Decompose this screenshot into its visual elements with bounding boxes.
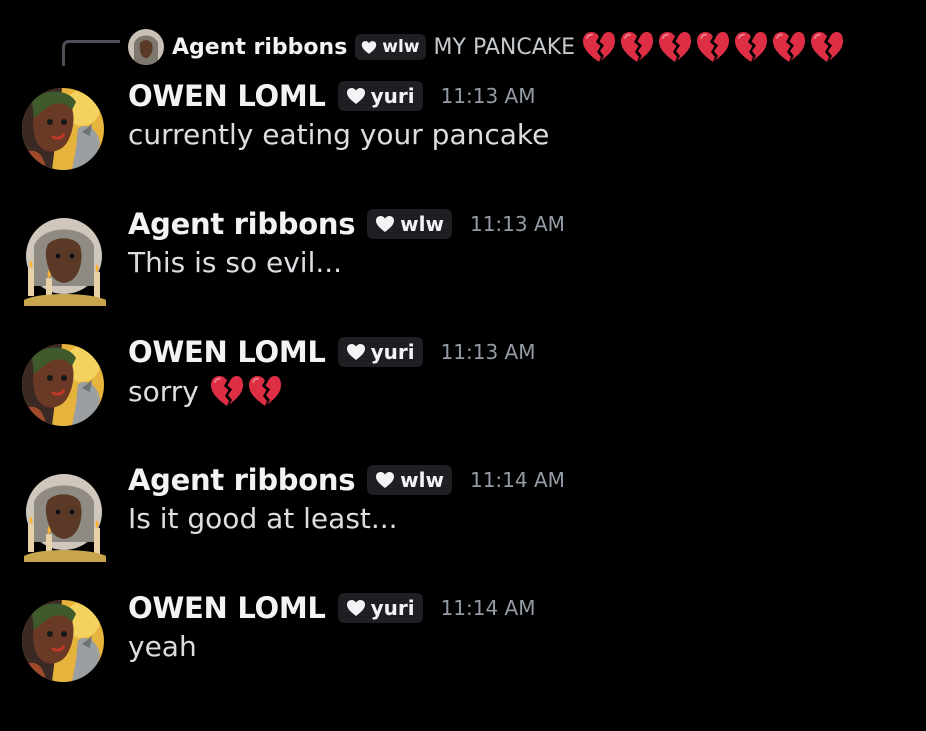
broken-heart-icon — [771, 30, 807, 64]
message-header: OWEN LOML yuri 11:13 AM — [128, 332, 536, 372]
reply-author-tag-label: wlw — [382, 37, 420, 57]
author-tag[interactable]: yuri — [337, 337, 423, 367]
avatar-agent[interactable] — [18, 472, 110, 562]
author-tag[interactable]: yuri — [337, 81, 423, 111]
author-tag[interactable]: wlw — [367, 209, 452, 239]
avatar-agent[interactable] — [18, 216, 110, 306]
message-hearts — [209, 374, 283, 408]
message-content: This is so evil... — [128, 246, 342, 279]
white-heart-icon — [375, 215, 395, 233]
avatar-owen[interactable] — [22, 88, 104, 170]
broken-heart-icon — [809, 30, 845, 64]
broken-heart-icon — [619, 30, 655, 64]
broken-heart-icon — [733, 30, 769, 64]
author-tag-label: yuri — [370, 340, 415, 364]
message-text: Is it good at least... — [128, 502, 398, 535]
reply-text[interactable]: MY PANCAKE — [434, 30, 846, 64]
reply-author[interactable]: Agent ribbons — [172, 35, 347, 60]
message-item: OWEN LOML yuri 11:13 AM currently eating… — [0, 76, 926, 176]
reply-text-label: MY PANCAKE — [433, 34, 576, 60]
message-header: OWEN LOML yuri 11:13 AM — [128, 76, 536, 116]
message-header: Agent ribbons wlw 11:13 AM — [128, 204, 565, 244]
message-item: Agent ribbons wlw 11:13 AM This is so ev… — [0, 204, 926, 304]
message-item: OWEN LOML yuri 11:14 AM yeah — [0, 588, 926, 688]
author-tag[interactable]: yuri — [337, 593, 423, 623]
message-item: Agent ribbons wlw 11:14 AM Is it good at… — [0, 460, 926, 560]
message-author[interactable]: OWEN LOML — [128, 591, 326, 625]
message-timestamp[interactable]: 11:13 AM — [441, 84, 536, 108]
broken-heart-icon — [581, 30, 617, 64]
avatar-owen[interactable] — [22, 344, 104, 426]
message-text: currently eating your pancake — [128, 118, 550, 151]
avatar-owen[interactable] — [22, 600, 104, 682]
reply-avatar[interactable] — [128, 29, 164, 65]
white-heart-icon — [346, 599, 366, 617]
reply-preview[interactable]: Agent ribbons wlw MY PANCAKE — [128, 28, 845, 66]
message-content: currently eating your pancake — [128, 118, 549, 151]
author-tag-label: wlw — [400, 468, 444, 492]
message-author[interactable]: Agent ribbons — [128, 207, 355, 241]
broken-heart-icon — [695, 30, 731, 64]
broken-heart-icon — [657, 30, 693, 64]
message-author[interactable]: OWEN LOML — [128, 335, 326, 369]
message-text: sorry — [128, 374, 199, 408]
white-heart-icon — [346, 87, 366, 105]
author-tag-label: yuri — [370, 596, 415, 620]
message-timestamp[interactable]: 11:13 AM — [441, 340, 536, 364]
white-heart-icon — [375, 471, 395, 489]
message-text: yeah — [128, 630, 197, 663]
white-heart-icon — [361, 40, 377, 55]
reply-hearts — [581, 30, 845, 64]
message-timestamp[interactable]: 11:14 AM — [470, 468, 565, 492]
message-header: OWEN LOML yuri 11:14 AM — [128, 588, 536, 628]
reply-connector — [62, 40, 120, 66]
broken-heart-icon — [247, 374, 283, 408]
message-timestamp[interactable]: 11:13 AM — [470, 212, 565, 236]
message-author[interactable]: OWEN LOML — [128, 79, 326, 113]
author-tag-label: wlw — [400, 212, 444, 236]
message-author[interactable]: Agent ribbons — [128, 463, 355, 497]
author-tag[interactable]: wlw — [367, 465, 452, 495]
message-timestamp[interactable]: 11:14 AM — [441, 596, 536, 620]
message-content: Is it good at least... — [128, 502, 398, 535]
reply-author-tag[interactable]: wlw — [355, 34, 426, 60]
message-header: Agent ribbons wlw 11:14 AM — [128, 460, 565, 500]
message-item: OWEN LOML yuri 11:13 AM sorry — [0, 332, 926, 432]
message-content: yeah — [128, 630, 197, 663]
broken-heart-icon — [209, 374, 245, 408]
author-tag-label: yuri — [370, 84, 415, 108]
white-heart-icon — [346, 343, 366, 361]
message-text: This is so evil... — [128, 246, 343, 279]
message-content: sorry — [128, 374, 283, 408]
